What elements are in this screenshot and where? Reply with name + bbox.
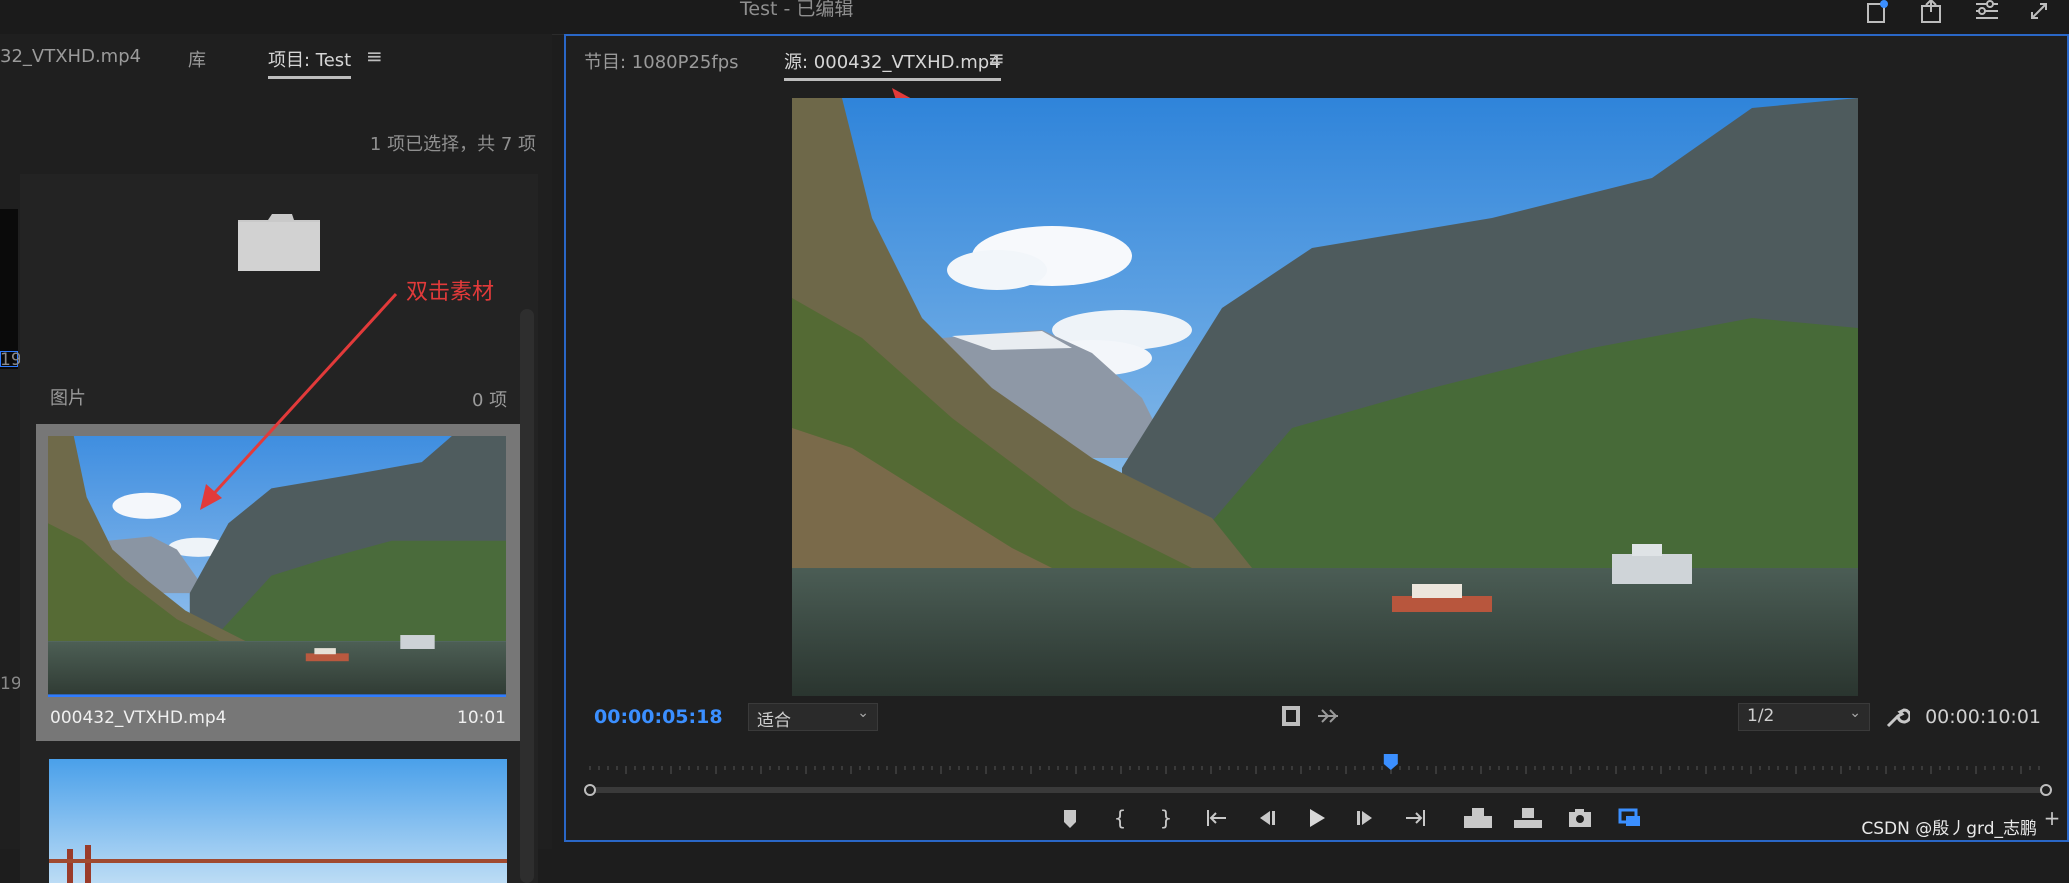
- tab-source[interactable]: 源: 000432_VTXHD.mp4: [784, 48, 1001, 81]
- video-frame[interactable]: [792, 98, 1858, 696]
- playhead[interactable]: [1383, 754, 1398, 770]
- transport-controls: { } +: [566, 796, 2069, 840]
- zoom-handle-right[interactable]: [2040, 784, 2052, 796]
- chevron-down-icon: ⌄: [1849, 705, 1861, 721]
- go-to-out-icon[interactable]: [1402, 804, 1430, 832]
- insert-icon[interactable]: [1462, 804, 1494, 832]
- drag-audio-icon[interactable]: [1316, 704, 1340, 728]
- current-timecode[interactable]: 00:00:05:18: [594, 706, 723, 728]
- panel-menu-icon[interactable]: ≡: [988, 46, 1005, 70]
- zoom-select-value: 适合: [757, 711, 791, 731]
- clip-thumbnail-2[interactable]: [49, 759, 507, 883]
- settings-wrench-icon[interactable]: [1884, 704, 1912, 730]
- bin-item-count: 0 项: [472, 390, 508, 411]
- go-to-in-icon[interactable]: [1202, 804, 1230, 832]
- folder-icon[interactable]: [236, 210, 322, 273]
- app-title: Test - 已编辑: [740, 0, 854, 20]
- clip-duration: 10:01: [457, 708, 506, 728]
- step-back-icon[interactable]: [1252, 804, 1280, 832]
- clip-duration-timecode: 00:00:10:01: [1925, 706, 2041, 728]
- zoom-select[interactable]: 适合 ⌄: [748, 703, 878, 731]
- watermark: CSDN @殷丿grd_志鹏: [1861, 819, 2037, 839]
- annotation-label: 双击素材: [406, 280, 495, 305]
- edge-number: 19: [0, 350, 22, 370]
- tab-program[interactable]: 节目: 1080P25fps: [584, 48, 739, 74]
- bin-name: 图片: [50, 388, 86, 409]
- chevron-down-icon: ⌄: [857, 705, 869, 721]
- resolution-select[interactable]: 1/2 ⌄: [1738, 703, 1870, 731]
- overwrite-icon[interactable]: [1512, 804, 1544, 832]
- mark-out-icon[interactable]: }: [1152, 804, 1180, 832]
- tab-project[interactable]: 项目: Test: [268, 46, 352, 79]
- export-icon[interactable]: [1862, 0, 1892, 26]
- title-bar: Test - 已编辑: [0, 0, 2069, 35]
- tab-library[interactable]: 库: [188, 46, 206, 72]
- fullscreen-icon[interactable]: [2028, 0, 2058, 26]
- selection-status: 1 项已选择，共 7 项: [369, 134, 536, 155]
- zoom-handle-left[interactable]: [584, 784, 596, 796]
- time-ruler[interactable]: [584, 748, 2052, 798]
- panel-menu-icon[interactable]: ≡: [366, 44, 383, 68]
- marker-icon[interactable]: [1056, 804, 1084, 832]
- share-icon[interactable]: [1916, 0, 1946, 26]
- bin-scrollbar[interactable]: [520, 309, 534, 883]
- drag-video-icon[interactable]: [1280, 704, 1302, 728]
- project-panel: 32_VTXHD.mp4 库 项目: Test ≡ 1 项已选择，共 7 项 1…: [0, 34, 552, 883]
- source-monitor: 节目: 1080P25fps 源: 000432_VTXHD.mp4 ≡ 00:…: [564, 34, 2069, 842]
- annotation-arrow: [200, 292, 398, 510]
- tab-source-clip[interactable]: 32_VTXHD.mp4: [0, 46, 141, 67]
- edge-number: 19: [0, 674, 22, 694]
- resolution-select-value: 1/2: [1747, 706, 1775, 726]
- camera-icon[interactable]: [1566, 804, 1594, 832]
- play-icon[interactable]: [1302, 804, 1330, 832]
- add-button-icon[interactable]: +: [2038, 804, 2066, 832]
- clip-name: 000432_VTXHD.mp4: [50, 708, 227, 728]
- mark-in-icon[interactable]: {: [1106, 804, 1134, 832]
- loop-icon[interactable]: [1616, 804, 1644, 832]
- workspace-icon[interactable]: [1972, 0, 2002, 26]
- adjacent-thumbnail-strip: [0, 209, 18, 369]
- step-forward-icon[interactable]: [1352, 804, 1380, 832]
